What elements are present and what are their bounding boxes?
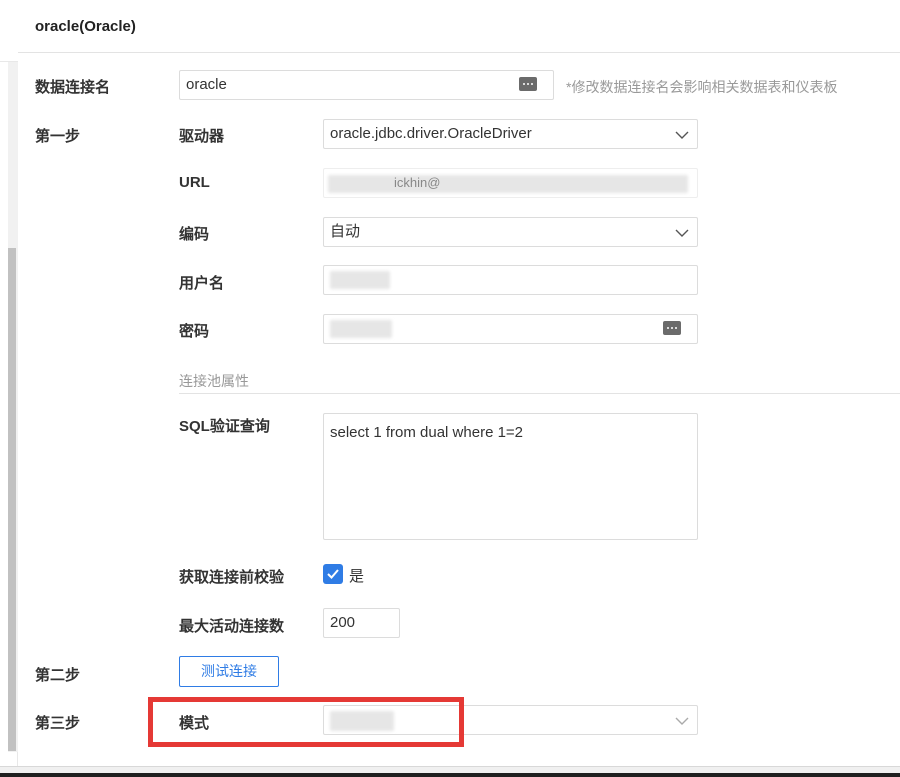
redacted-url-blur <box>328 175 688 193</box>
sql-validation-textarea[interactable]: select 1 from dual where 1=2 <box>323 413 698 540</box>
connection-name-label: 数据连接名 <box>35 79 111 96</box>
page-title: oracle(Oracle) <box>35 18 136 35</box>
password-label: 密码 <box>179 323 210 340</box>
encoding-value: 自动 <box>330 223 361 240</box>
driver-value: oracle.jdbc.driver.OracleDriver <box>330 125 532 142</box>
connection-name-hint: *修改数据连接名会影响相关数据表和仪表板 <box>566 79 838 95</box>
bottom-edge <box>0 773 900 777</box>
left-panel-top <box>0 0 18 62</box>
scrollbar-thumb[interactable] <box>8 248 16 751</box>
keyboard-icon[interactable] <box>519 77 537 91</box>
url-visible-fragment: ickhin@ <box>394 175 441 190</box>
step-three-label: 第三步 <box>35 715 81 732</box>
step-one-label: 第一步 <box>35 128 81 145</box>
username-label: 用户名 <box>179 275 225 292</box>
max-active-label: 最大活动连接数 <box>179 618 285 635</box>
url-label: URL <box>179 174 210 191</box>
password-input[interactable] <box>323 314 698 344</box>
connection-name-input[interactable]: oracle <box>179 70 554 100</box>
highlight-annotation-box <box>148 697 464 747</box>
chevron-down-icon <box>675 717 689 725</box>
connection-name-value: oracle <box>186 76 227 93</box>
max-active-input[interactable]: 200 <box>323 608 400 638</box>
pool-section-divider <box>179 393 900 394</box>
driver-label: 驱动器 <box>179 128 225 145</box>
driver-select[interactable]: oracle.jdbc.driver.OracleDriver <box>323 119 698 149</box>
chevron-down-icon <box>675 229 689 237</box>
checkmark-icon <box>327 569 339 579</box>
header-divider <box>18 52 900 53</box>
validate-before-checkbox[interactable] <box>323 564 343 584</box>
encoding-label: 编码 <box>179 226 210 243</box>
pool-section-title: 连接池属性 <box>179 373 249 389</box>
chevron-down-icon <box>675 131 689 139</box>
redacted-password-blur <box>330 320 392 338</box>
url-input[interactable]: ickhin@ <box>323 168 698 198</box>
validate-before-option: 是 <box>349 568 365 585</box>
encoding-select[interactable]: 自动 <box>323 217 698 247</box>
validate-before-label: 获取连接前校验 <box>179 569 285 586</box>
test-connection-button[interactable]: 测试连接 <box>179 656 279 687</box>
redacted-username-blur <box>330 271 390 289</box>
sql-validation-label: SQL验证查询 <box>179 418 270 435</box>
keyboard-icon[interactable] <box>663 321 681 335</box>
username-input[interactable] <box>323 265 698 295</box>
step-two-label: 第二步 <box>35 667 81 684</box>
